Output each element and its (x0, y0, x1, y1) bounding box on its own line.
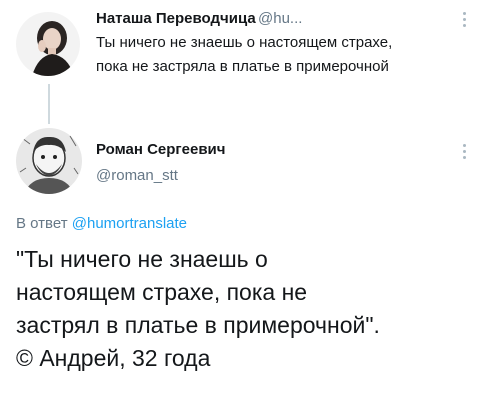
reply-prefix: В ответ (16, 215, 72, 232)
more-dots-icon (462, 12, 466, 15)
avatar-natasha[interactable] (16, 12, 80, 76)
more-dots-icon (462, 144, 466, 147)
avatar-roman[interactable] (16, 128, 82, 194)
tweet1-display-name[interactable]: Наташа Переводчица (96, 10, 256, 27)
tweet1-more-button[interactable] (462, 12, 466, 27)
reply-to-link[interactable]: @humortranslate (72, 215, 187, 232)
tweet1-text-line-1: Ты ничего не знаешь о настоящем страхе, (96, 34, 393, 51)
reply-context: В ответ @humortranslate (16, 215, 187, 232)
tweet2-more-button[interactable] (462, 144, 466, 159)
avatar-natasha-image (16, 12, 80, 76)
tweet1-handle[interactable]: @hu... (258, 10, 302, 27)
tweet2-text-line-1: "Ты ничего не знаешь о (16, 246, 268, 272)
tweet1-text-line-2: пока не застряла в платье в примерочной (96, 58, 389, 75)
tweet2-text-line-4: © Андрей, 32 года (16, 345, 211, 371)
thread-connector-line (48, 84, 50, 124)
tweet2-text-line-2: настоящем страхе, пока не (16, 279, 308, 305)
avatar-roman-image (16, 128, 82, 194)
tweet2-display-name[interactable]: Роман Сергеевич (96, 141, 226, 158)
tweet2-text-line-3: застрял в платье в примерочной". (16, 312, 380, 338)
tweet2-handle[interactable]: @roman_stt (96, 167, 178, 184)
tweet2-text: "Ты ничего не знаешь о настоящем страхе,… (16, 243, 380, 375)
